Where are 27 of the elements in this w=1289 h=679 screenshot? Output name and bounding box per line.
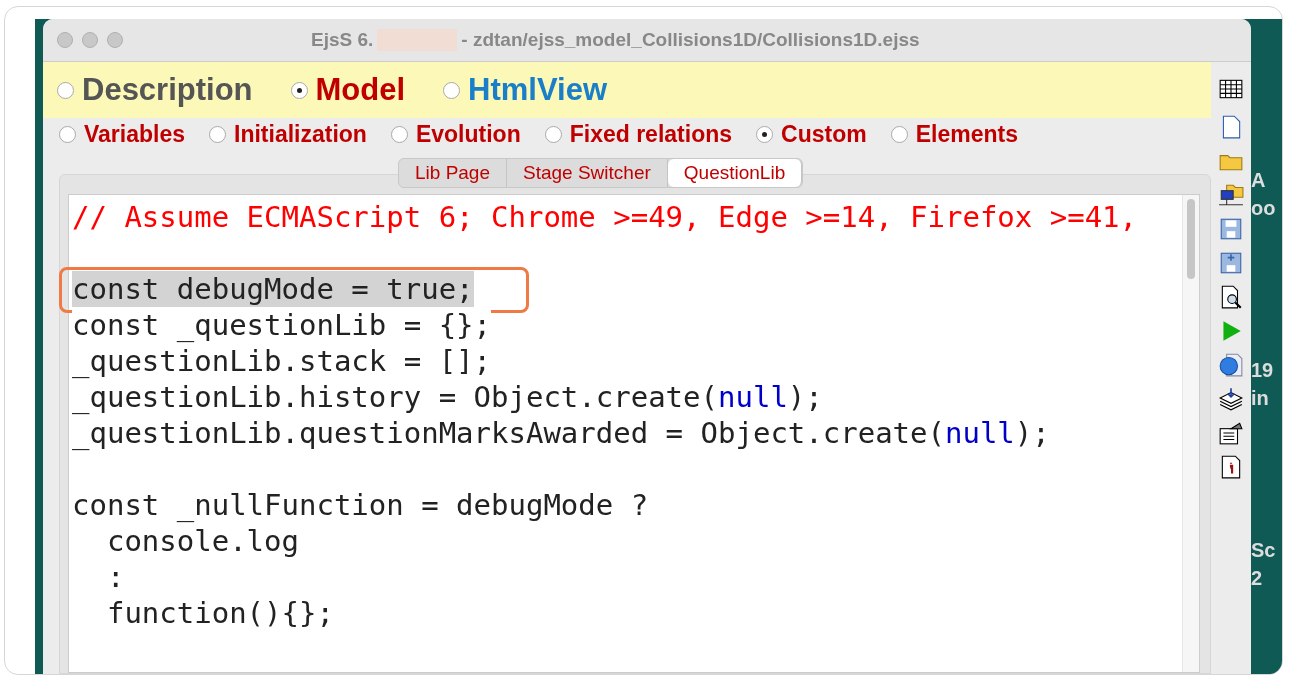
- radio-tab[interactable]: Elements: [890, 120, 1018, 148]
- radio-tab[interactable]: Description: [57, 72, 253, 108]
- save-icon[interactable]: [1218, 216, 1244, 242]
- radio-tab[interactable]: Evolution: [390, 120, 521, 148]
- scrollbar[interactable]: [1182, 195, 1199, 672]
- radio-tab[interactable]: HtmlView: [443, 72, 608, 108]
- radio-tab[interactable]: Fixed relations: [544, 120, 733, 148]
- network-folder-icon[interactable]: [1218, 182, 1244, 208]
- background-text: 2: [1251, 567, 1263, 590]
- background-text: in: [1251, 387, 1269, 410]
- window-title: - zdtan/ejss_model_Collisions1D/Collisions1D.ejss: [461, 29, 920, 51]
- save-as-icon[interactable]: [1218, 250, 1244, 276]
- window-title: EjsS 6.: [311, 29, 374, 51]
- page-tab[interactable]: QuestionLib: [667, 159, 803, 187]
- background-text: 19: [1251, 359, 1274, 382]
- stack-icon[interactable]: [1218, 386, 1244, 412]
- radio-tab[interactable]: Variables: [59, 120, 186, 148]
- page-tab[interactable]: Stage Switcher: [507, 159, 668, 187]
- background-text: oo: [1251, 197, 1276, 220]
- options-icon[interactable]: [1218, 420, 1244, 446]
- globe-icon[interactable]: [1218, 352, 1244, 378]
- background-text: A: [1251, 169, 1266, 192]
- scrollbar-thumb[interactable]: [1187, 199, 1195, 279]
- background-text: Sc: [1251, 539, 1276, 562]
- radio-tab[interactable]: Initialization: [209, 120, 367, 148]
- radio-tab[interactable]: Model: [290, 72, 406, 108]
- radio-tab[interactable]: Custom: [756, 120, 867, 148]
